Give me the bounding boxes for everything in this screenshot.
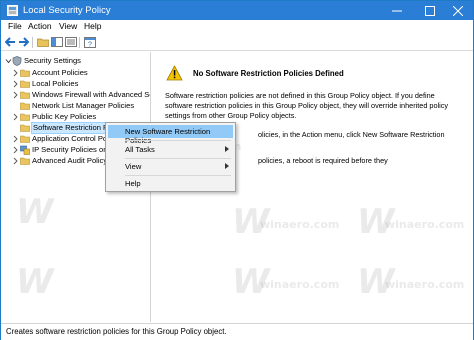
folder-icon <box>20 157 30 165</box>
tree-label: Public Key Policies <box>32 112 97 121</box>
ctx-view[interactable]: View <box>108 160 233 173</box>
toolbar-separator <box>79 37 80 48</box>
app-window: Local Security Policy File Action View H… <box>0 0 474 340</box>
forward-icon <box>19 37 29 47</box>
back-button[interactable] <box>4 36 17 48</box>
watermark-text: winaero.com <box>385 278 465 291</box>
chevron-right-icon[interactable] <box>12 157 19 165</box>
submenu-arrow-icon <box>225 146 229 152</box>
tree-item-network-list-manager[interactable]: Network List Manager Policies <box>2 101 150 112</box>
submenu-arrow-icon <box>225 163 229 169</box>
maximize-icon <box>425 5 435 16</box>
watermark-logo: W <box>357 262 395 302</box>
tree-label: Application Control Po <box>32 134 108 143</box>
chevron-down-icon[interactable] <box>5 57 12 65</box>
ctx-all-tasks[interactable]: All Tasks <box>108 143 233 156</box>
menu-separator <box>125 140 231 141</box>
ctx-label: All Tasks <box>125 145 155 154</box>
tree-label: IP Security Policies on <box>32 145 108 154</box>
tree-item-windows-firewall[interactable]: Windows Firewall with Advanced Sec <box>2 90 151 101</box>
watermark-text: winaero.com <box>385 218 465 231</box>
show-hide-tree-button[interactable] <box>50 36 63 48</box>
tree-label: Windows Firewall with Advanced Sec <box>32 90 151 99</box>
up-folder-icon <box>36 38 49 47</box>
minimize-button[interactable] <box>382 1 412 20</box>
watermark-text: winaero.com <box>260 278 340 291</box>
detail-text-line: software restriction policies in this Gr… <box>165 101 449 110</box>
folder-icon <box>20 135 30 143</box>
menu-separator <box>125 175 231 176</box>
status-text: Creates software restriction policies fo… <box>6 327 227 336</box>
folder-icon <box>20 69 30 77</box>
detail-text-line: Software restriction policies are not de… <box>165 91 435 100</box>
menu-action[interactable]: Action <box>28 21 52 31</box>
close-button[interactable] <box>443 1 473 20</box>
ctx-help[interactable]: Help <box>108 177 233 190</box>
watermark-text: winaero.com <box>260 218 340 231</box>
toolbar-separator <box>32 37 33 48</box>
export-list-icon <box>64 37 77 47</box>
ctx-label: Help <box>125 179 141 188</box>
maximize-button[interactable] <box>415 1 445 20</box>
tree-item-local-policies[interactable]: Local Policies <box>2 79 150 90</box>
detail-text-line: policies, a reboot is required before th… <box>258 156 388 165</box>
chevron-right-icon[interactable] <box>12 91 19 99</box>
export-list-button[interactable] <box>64 36 77 48</box>
warning-icon <box>166 65 183 81</box>
chevron-right-icon[interactable] <box>12 135 19 143</box>
watermark-logo: W <box>16 262 54 302</box>
security-policy-app-icon <box>7 5 18 16</box>
menu-help[interactable]: Help <box>84 21 101 31</box>
menu-bar: File Action View Help <box>1 20 473 34</box>
help-icon: ? <box>83 36 96 48</box>
watermark-logo: W <box>232 262 270 302</box>
tree-item-account-policies[interactable]: Account Policies <box>2 68 150 79</box>
tree-label: Local Policies <box>32 79 79 88</box>
show-hide-tree-icon <box>50 37 63 47</box>
watermark-logo: W <box>232 202 270 242</box>
folder-icon <box>20 80 30 88</box>
window-title: Local Security Policy <box>23 5 111 16</box>
close-icon <box>453 5 463 16</box>
title-bar: Local Security Policy <box>1 1 473 20</box>
chevron-right-icon[interactable] <box>12 80 19 88</box>
folder-icon <box>20 113 30 121</box>
toolbar: ? <box>1 34 473 51</box>
tree-label: Advanced Audit Policy <box>32 156 108 165</box>
folder-icon <box>20 91 30 99</box>
tree-item-security-settings[interactable]: Security Settings <box>2 56 150 67</box>
status-bar: Creates software restriction policies fo… <box>1 323 473 340</box>
folder-icon <box>20 124 30 132</box>
ip-security-icon <box>20 145 30 155</box>
back-icon <box>5 37 15 47</box>
minimize-icon <box>392 10 402 11</box>
up-folder-button[interactable] <box>36 36 49 48</box>
ctx-label: View <box>125 162 142 171</box>
menu-separator <box>125 158 231 159</box>
detail-heading: No Software Restriction Policies Defined <box>193 69 344 78</box>
folder-icon <box>20 102 30 110</box>
forward-button[interactable] <box>17 36 30 48</box>
chevron-right-icon[interactable] <box>12 69 19 77</box>
ctx-new-software-restriction-policies[interactable]: New Software Restriction Policies <box>108 125 233 145</box>
tree-label: Security Settings <box>24 56 81 65</box>
chevron-right-icon[interactable] <box>12 113 19 121</box>
menu-file[interactable]: File <box>8 21 22 31</box>
menu-view[interactable]: View <box>59 21 77 31</box>
detail-text-line: settings from other Group Policy objects… <box>165 111 297 120</box>
chevron-right-icon[interactable] <box>12 146 19 154</box>
tree-label: Account Policies <box>32 68 88 77</box>
security-settings-icon <box>12 56 22 66</box>
watermark-logo: W <box>357 202 395 242</box>
help-button[interactable]: ? <box>83 36 96 48</box>
detail-text-line: olicies, in the Action menu, click New S… <box>258 130 445 139</box>
watermark-logo: W <box>16 192 54 232</box>
tree-label: Network List Manager Policies <box>32 101 135 110</box>
svg-text:?: ? <box>88 41 92 48</box>
context-menu: New Software Restriction Policies All Ta… <box>105 122 236 192</box>
